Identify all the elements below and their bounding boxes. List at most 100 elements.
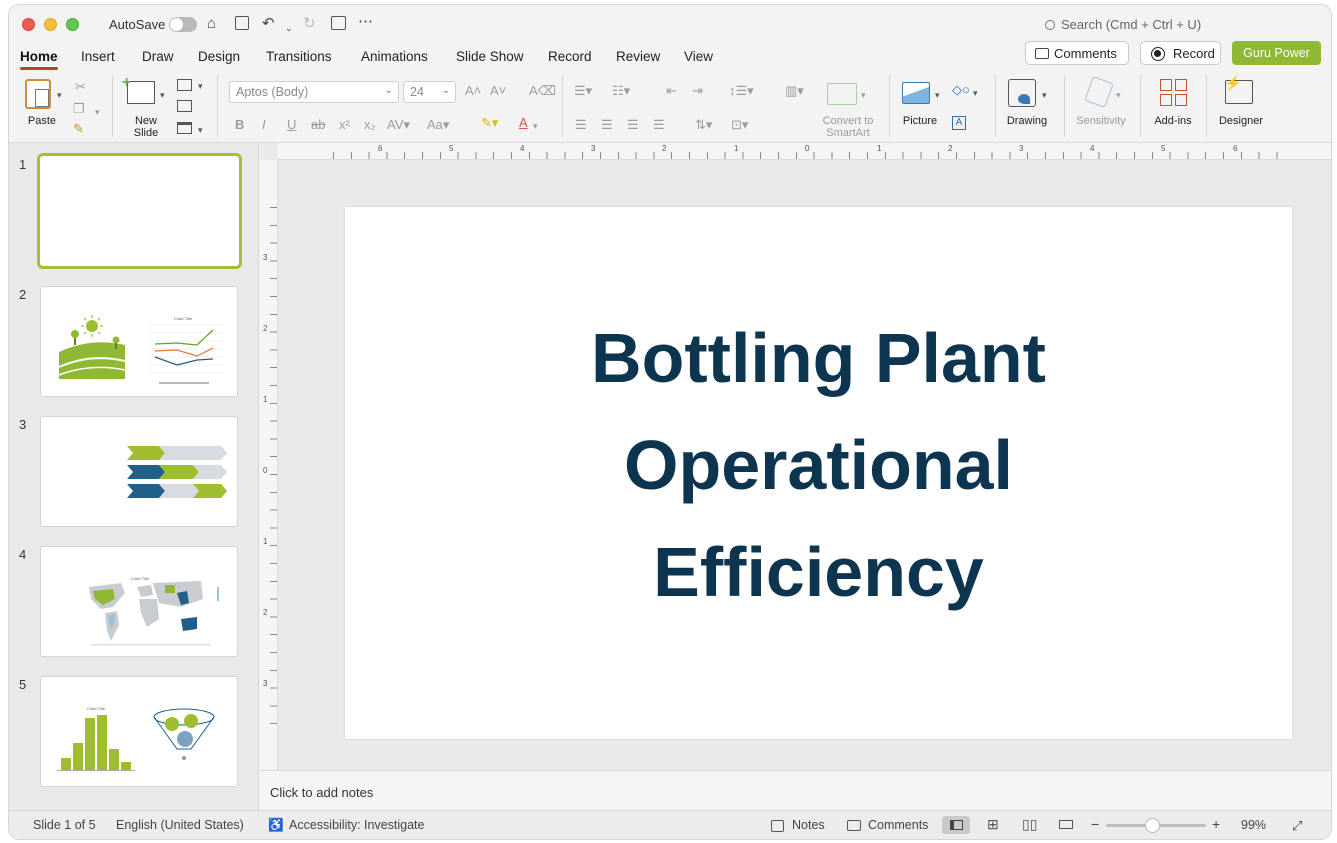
- sensitivity-dropdown-icon[interactable]: ▾: [1116, 87, 1121, 103]
- bold-icon[interactable]: B: [235, 117, 244, 133]
- slide-thumbnail-5[interactable]: Chart Title: [40, 676, 238, 787]
- superscript-icon[interactable]: x²: [339, 117, 350, 133]
- slide-sorter-button[interactable]: ⊞: [980, 816, 1008, 834]
- tab-slide-show[interactable]: Slide Show: [456, 49, 524, 64]
- accessibility-icon[interactable]: ♿: [268, 818, 284, 833]
- copy-dropdown-icon[interactable]: ▾: [95, 104, 100, 120]
- zoom-slider-handle[interactable]: [1145, 818, 1160, 833]
- shapes-icon[interactable]: ◇○: [952, 82, 970, 98]
- zoom-window-button[interactable]: [66, 18, 79, 31]
- decrease-font-icon[interactable]: A˅: [490, 83, 506, 99]
- clear-formatting-icon[interactable]: A⌫: [529, 83, 556, 99]
- line-spacing-icon[interactable]: ↕☰▾: [729, 83, 754, 99]
- new-slide-icon[interactable]: +: [122, 74, 155, 104]
- justify-icon[interactable]: ☰: [653, 117, 665, 133]
- drawing-label[interactable]: Drawing: [1004, 115, 1050, 127]
- tab-insert[interactable]: Insert: [81, 49, 115, 64]
- tab-animations[interactable]: Animations: [361, 49, 428, 64]
- notes-pane[interactable]: Click to add notes: [260, 770, 1331, 810]
- comments-icon[interactable]: [847, 820, 861, 831]
- new-slide-label-2[interactable]: Slide: [131, 127, 161, 139]
- align-right-icon[interactable]: ☰: [627, 117, 639, 133]
- home-icon[interactable]: ⌂: [207, 15, 216, 33]
- notes-icon[interactable]: [771, 820, 784, 832]
- close-window-button[interactable]: [22, 18, 35, 31]
- comments-toggle[interactable]: Comments: [868, 818, 928, 832]
- font-color-icon[interactable]: A: [519, 115, 528, 131]
- align-text-icon[interactable]: ⊡▾: [731, 117, 748, 133]
- fit-to-window-icon[interactable]: ⤢: [1292, 818, 1302, 834]
- slide-thumbnail-3[interactable]: [40, 416, 238, 527]
- italic-icon[interactable]: I: [262, 117, 266, 133]
- layout-icon[interactable]: [177, 79, 192, 91]
- character-spacing-icon[interactable]: AV▾: [387, 117, 410, 133]
- save-icon[interactable]: [235, 16, 249, 30]
- new-slide-dropdown-icon[interactable]: ▾: [160, 87, 165, 103]
- cut-icon[interactable]: ✂: [75, 79, 86, 95]
- shapes-dropdown-icon[interactable]: ▾: [973, 85, 978, 101]
- smartart-dropdown-icon[interactable]: ▾: [861, 87, 866, 103]
- zoom-level[interactable]: 99%: [1241, 818, 1266, 832]
- strikethrough-icon[interactable]: ab: [311, 117, 325, 133]
- tab-view[interactable]: View: [684, 49, 713, 64]
- font-name-select[interactable]: Aptos (Body) ⌄: [229, 81, 399, 103]
- accessibility-status[interactable]: Accessibility: Investigate: [289, 818, 424, 832]
- slide-show-button[interactable]: [1052, 816, 1080, 834]
- sensitivity-label[interactable]: Sensitivity: [1072, 115, 1130, 127]
- change-case-icon[interactable]: Aa▾: [427, 117, 449, 133]
- minimize-window-button[interactable]: [44, 18, 57, 31]
- slide-thumbnail-1[interactable]: [37, 153, 242, 269]
- layout-dropdown-icon[interactable]: ▾: [198, 78, 203, 94]
- normal-view-button[interactable]: [942, 816, 970, 834]
- decrease-indent-icon[interactable]: ⇤: [666, 83, 677, 99]
- section-icon[interactable]: [177, 122, 192, 134]
- sensitivity-icon[interactable]: [1084, 76, 1114, 108]
- smartart-icon[interactable]: [827, 83, 857, 105]
- redo-icon[interactable]: ↻: [303, 15, 316, 33]
- increase-indent-icon[interactable]: ⇥: [692, 83, 703, 99]
- numbering-icon[interactable]: ☷▾: [612, 83, 630, 99]
- convert-smartart-label-1[interactable]: Convert to: [814, 115, 882, 127]
- subscript-icon[interactable]: x₂: [364, 117, 376, 133]
- reading-view-button[interactable]: ▯▯: [1015, 816, 1043, 834]
- designer-icon[interactable]: ⚡: [1224, 75, 1253, 104]
- addins-label[interactable]: Add-ins: [1150, 115, 1196, 127]
- paste-dropdown-icon[interactable]: ▾: [57, 87, 62, 103]
- picture-label[interactable]: Picture: [899, 115, 941, 127]
- increase-font-icon[interactable]: A˄: [465, 83, 481, 99]
- picture-icon[interactable]: [902, 82, 930, 104]
- align-left-icon[interactable]: ☰: [575, 117, 587, 133]
- record-button[interactable]: Record: [1140, 41, 1221, 65]
- slide-title[interactable]: Bottling Plant Operational Efficiency: [445, 305, 1192, 626]
- tab-review[interactable]: Review: [616, 49, 660, 64]
- drawing-dropdown-icon[interactable]: ▾: [1042, 87, 1047, 103]
- search-box[interactable]: Search (Cmd + Ctrl + U): [1045, 17, 1201, 32]
- text-direction-icon[interactable]: ⇅▾: [695, 117, 712, 133]
- notes-toggle[interactable]: Notes: [792, 818, 825, 832]
- highlight-icon[interactable]: ✎▾: [481, 115, 498, 131]
- comments-button[interactable]: Comments: [1025, 41, 1129, 65]
- section-dropdown-icon[interactable]: ▾: [198, 122, 203, 138]
- underline-icon[interactable]: U: [287, 117, 296, 133]
- designer-label[interactable]: Designer: [1213, 115, 1269, 127]
- more-icon[interactable]: ⋯: [358, 13, 373, 31]
- tab-transitions[interactable]: Transitions: [266, 49, 332, 64]
- font-size-select[interactable]: 24 ⌄: [403, 81, 456, 103]
- paste-label[interactable]: Paste: [23, 115, 61, 127]
- customize-toolbar-icon[interactable]: [331, 16, 346, 30]
- undo-dropdown-icon[interactable]: ⌄: [285, 19, 293, 37]
- slide-thumbnail-2[interactable]: Chart Title: [40, 286, 238, 397]
- current-slide[interactable]: Bottling Plant Operational Efficiency: [345, 207, 1292, 739]
- addins-icon[interactable]: [1160, 79, 1188, 107]
- picture-dropdown-icon[interactable]: ▾: [935, 87, 940, 103]
- drawing-icon[interactable]: [1008, 79, 1036, 107]
- guru-power-button[interactable]: Guru Power: [1232, 41, 1321, 65]
- font-color-dropdown-icon[interactable]: ▾: [533, 118, 538, 134]
- tab-record[interactable]: Record: [548, 49, 592, 64]
- columns-icon[interactable]: ▥▾: [785, 83, 804, 99]
- tab-draw[interactable]: Draw: [142, 49, 174, 64]
- paste-icon[interactable]: [25, 79, 51, 109]
- align-center-icon[interactable]: ☰: [601, 117, 613, 133]
- format-painter-icon[interactable]: ✎: [73, 121, 84, 137]
- zoom-out-button[interactable]: −: [1091, 816, 1099, 832]
